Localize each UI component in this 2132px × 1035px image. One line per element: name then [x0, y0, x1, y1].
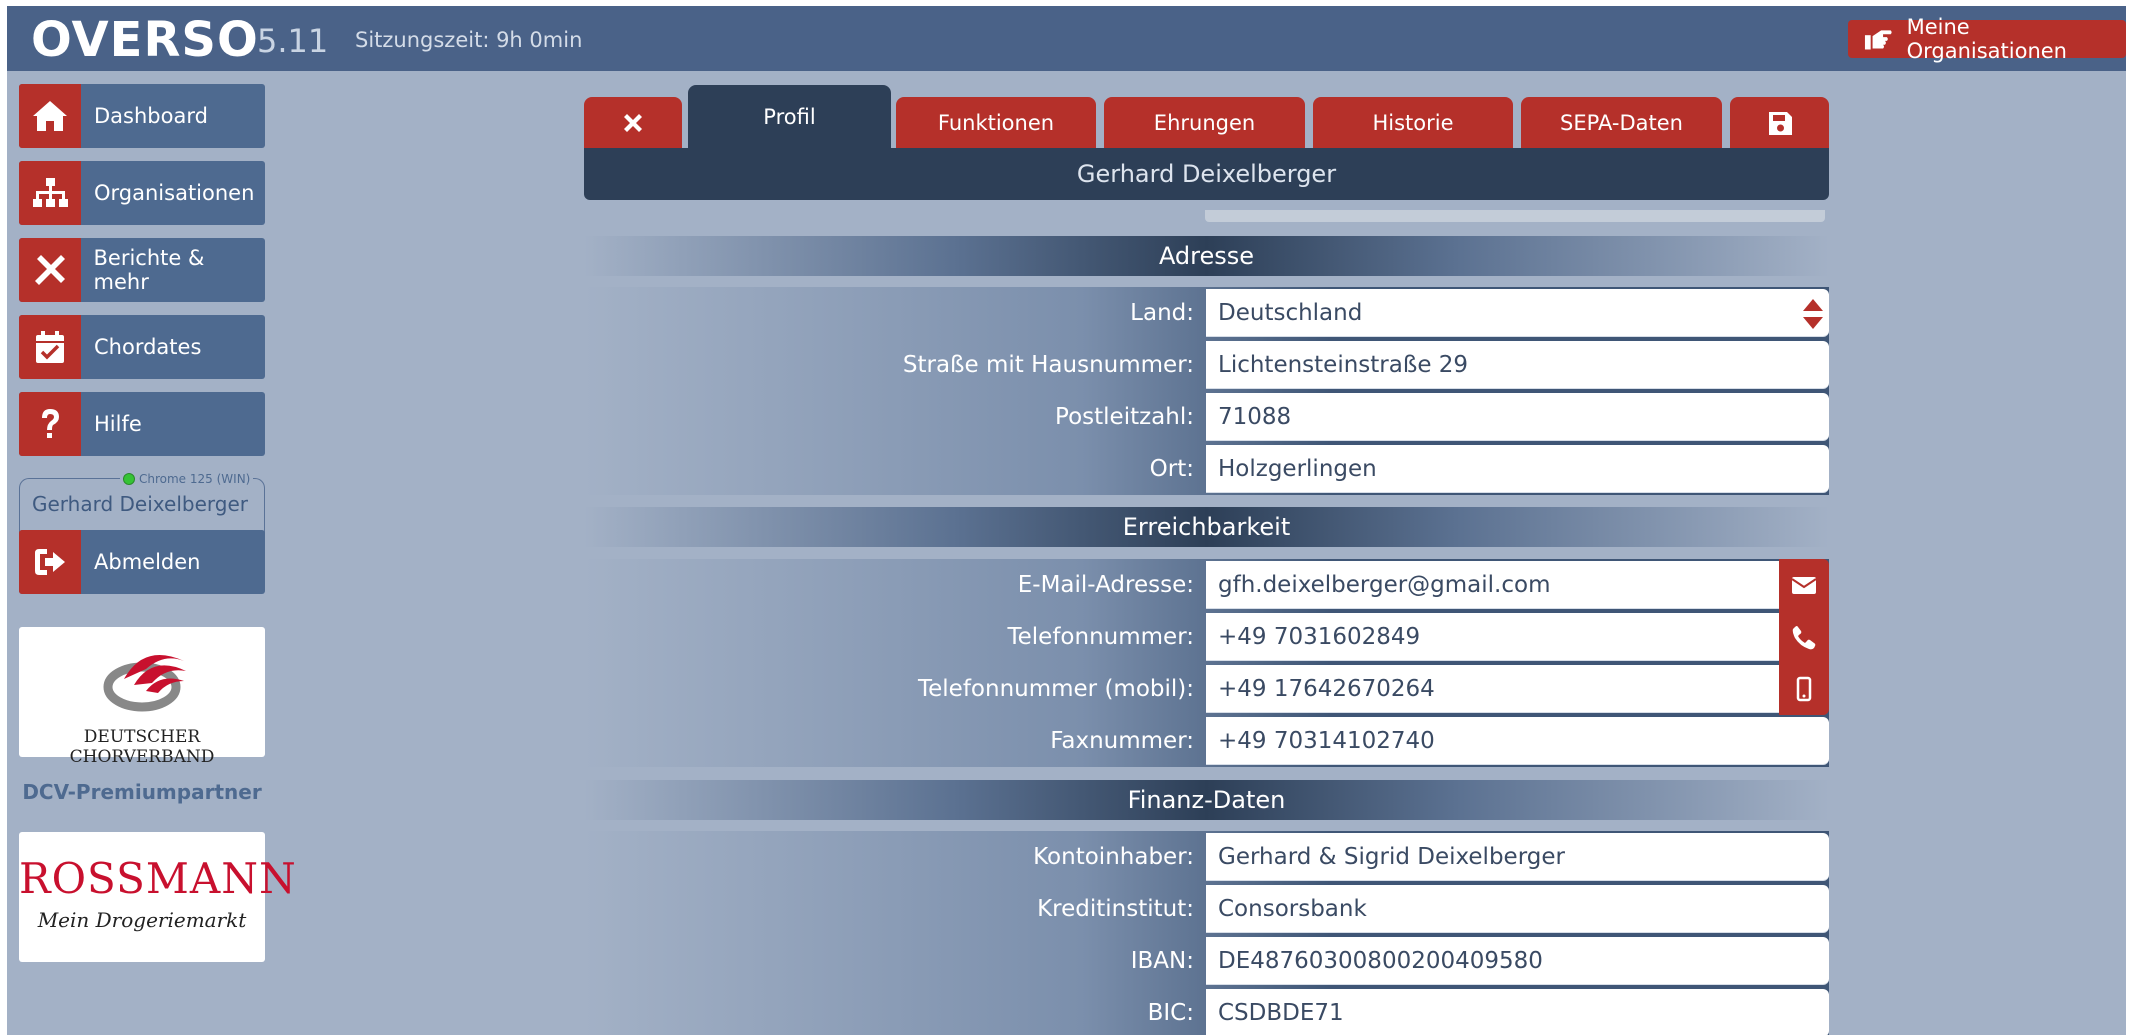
my-organisations-button[interactable]: Meine Organisationen — [1848, 15, 2126, 63]
city-input[interactable]: Holzgerlingen — [1206, 445, 1829, 493]
dcv-swoosh-icon — [103, 655, 186, 712]
online-status-icon — [123, 473, 135, 485]
postal-code-input[interactable]: 71088 — [1206, 393, 1829, 441]
country-value: Deutschland — [1218, 300, 1363, 326]
send-email-button[interactable] — [1779, 559, 1829, 611]
field-row-email: E-Mail-Adresse: gfh.deixelberger@gmail.c… — [584, 559, 1829, 611]
call-mobile-button[interactable] — [1779, 663, 1829, 715]
current-user: Gerhard Deixelberger — [32, 492, 248, 516]
account-holder-input[interactable]: Gerhard & Sigrid Deixelberger — [1206, 833, 1829, 881]
tab-funktionen[interactable]: Funktionen — [896, 97, 1096, 149]
save-button[interactable] — [1730, 97, 1829, 149]
sidebar-item-organisationen[interactable]: Organisationen — [19, 161, 265, 225]
field-row-telefon: Telefonnummer: +49 7031602849 — [584, 611, 1829, 663]
envelope-icon — [1791, 577, 1817, 594]
field-label: Kreditinstitut: — [1037, 896, 1194, 922]
fax-input[interactable]: +49 70314102740 — [1206, 717, 1829, 765]
mobile-icon — [1796, 676, 1812, 702]
field-row-ort: Ort: Holzgerlingen — [584, 443, 1829, 495]
rossmann-text: ROSSMANN — [19, 854, 297, 903]
field-row-kontoinhaber: Kontoinhaber: Gerhard & Sigrid Deixelber… — [584, 831, 1829, 883]
street-input[interactable]: Lichtensteinstraße 29 — [1206, 341, 1829, 389]
question-icon — [42, 409, 59, 438]
sidebar-item-chordates[interactable]: Chordates — [19, 315, 265, 379]
field-label: Straße mit Hausnummer: — [902, 352, 1194, 378]
select-arrows-icon — [1803, 299, 1823, 329]
my-organisations-label: Meine Organisationen — [1906, 15, 2067, 63]
sitemap-icon — [33, 178, 68, 207]
mobile-input[interactable]: +49 17642670264 — [1206, 665, 1779, 713]
rossmann-logo[interactable]: ROSSMANN Mein Drogeriemarkt — [19, 832, 297, 962]
field-label: Telefonnummer (mobil): — [917, 676, 1194, 702]
phone-icon — [1792, 626, 1816, 650]
close-icon — [624, 114, 642, 132]
phone-input[interactable]: +49 7031602849 — [1206, 613, 1779, 661]
sidebar-item-label: Dashboard — [94, 104, 208, 128]
field-label: BIC: — [1147, 1000, 1194, 1026]
field-label: Postleitzahl: — [1055, 404, 1194, 430]
calendar-check-icon — [36, 331, 64, 363]
field-label: Faxnummer: — [1050, 728, 1194, 754]
field-label: Kontoinhaber: — [1033, 844, 1194, 870]
partner-heading: DCV-Premiumpartner — [22, 780, 262, 804]
dcv-logo-text: Deutscher Chorverband — [69, 727, 215, 767]
field-row-bic: BIC: CSDBDE71 — [584, 987, 1829, 1035]
tab-sepa-daten[interactable]: SEPA-Daten — [1521, 97, 1722, 149]
field-row-plz: Postleitzahl: 71088 — [584, 391, 1829, 443]
iban-input[interactable]: DE48760300800200409580 — [1206, 937, 1829, 985]
close-tab-button[interactable] — [584, 97, 682, 149]
call-phone-button[interactable] — [1779, 611, 1829, 663]
field-row-iban: IBAN: DE48760300800200409580 — [584, 935, 1829, 987]
field-label: Telefonnummer: — [1007, 624, 1195, 650]
dcv-logo[interactable]: Deutscher Chorverband — [19, 627, 265, 767]
field-label: E-Mail-Adresse: — [1017, 572, 1194, 598]
section-adresse-heading: Adresse — [584, 236, 1829, 276]
field-label: Ort: — [1149, 456, 1194, 482]
profile-header: Gerhard Deixelberger — [584, 148, 1829, 200]
sidebar-item-label: Organisationen — [94, 181, 255, 205]
sidebar-item-hilfe[interactable]: Hilfe — [19, 392, 265, 456]
save-icon — [1768, 112, 1792, 135]
browser-info: Chrome 125 (WIN) — [120, 472, 254, 486]
app-logo: OVERSO — [31, 12, 259, 68]
tools-icon — [34, 255, 65, 285]
hand-pointer-icon — [1864, 30, 1892, 50]
top-bar: OVERSO 5.11 Sitzungszeit: 9h 0min Meine … — [7, 6, 2126, 71]
session-time: Sitzungszeit: 9h 0min — [355, 28, 583, 52]
bic-input[interactable]: CSDBDE71 — [1206, 989, 1829, 1035]
app-version: 5.11 — [257, 22, 329, 60]
tab-ehrungen[interactable]: Ehrungen — [1104, 97, 1305, 149]
field-row-mobil: Telefonnummer (mobil): +49 17642670264 — [584, 663, 1829, 715]
sign-out-icon — [35, 549, 65, 575]
sidebar-item-label: Chordates — [94, 335, 202, 359]
scrolled-field-edge — [1205, 210, 1825, 222]
field-row-fax: Faxnummer: +49 70314102740 — [584, 715, 1829, 767]
field-row-kreditinstitut: Kreditinstitut: Consorsbank — [584, 883, 1829, 935]
rossmann-slogan: Mein Drogeriemarkt — [37, 908, 247, 932]
section-finanz-heading: Finanz-Daten — [584, 780, 1829, 820]
home-icon — [33, 101, 67, 131]
tab-profil[interactable]: Profil — [688, 85, 891, 149]
sidebar-item-label: Berichte & mehr — [93, 246, 205, 294]
browser-label: Chrome 125 (WIN) — [139, 472, 251, 486]
field-label: Land: — [1130, 300, 1194, 326]
bank-input[interactable]: Consorsbank — [1206, 885, 1829, 933]
sidebar-item-berichte[interactable]: Berichte & mehr — [19, 238, 265, 302]
country-select[interactable]: Deutschland — [1206, 289, 1829, 337]
section-erreichbarkeit-heading: Erreichbarkeit — [584, 507, 1829, 547]
email-input[interactable]: gfh.deixelberger@gmail.com — [1206, 561, 1779, 609]
sidebar-item-label: Hilfe — [94, 412, 142, 436]
sidebar-item-dashboard[interactable]: Dashboard — [19, 84, 265, 148]
field-label: IBAN: — [1130, 948, 1194, 974]
logout-label: Abmelden — [94, 550, 201, 574]
logout-button[interactable]: Abmelden — [19, 530, 265, 594]
field-row-strasse: Straße mit Hausnummer: Lichtensteinstraß… — [584, 339, 1829, 391]
field-row-land: Land: Deutschland — [584, 287, 1829, 339]
tab-historie[interactable]: Historie — [1313, 97, 1513, 149]
